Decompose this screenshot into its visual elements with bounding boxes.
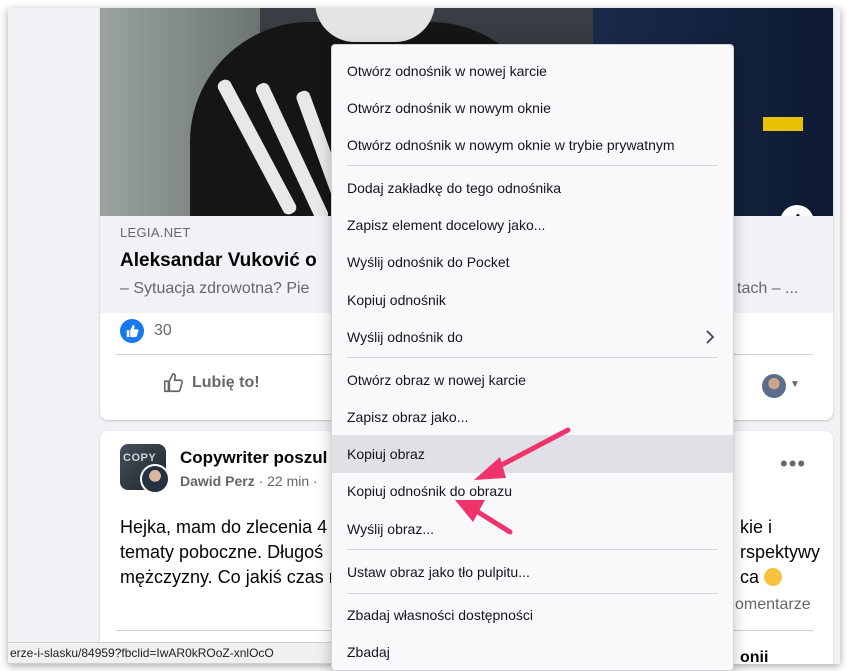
menu-item-save-link-as[interactable]: Zapisz element docelowy jako... (332, 206, 733, 244)
menu-item-inspect[interactable]: Zbadaj (332, 633, 733, 671)
menu-item-bookmark-link[interactable]: Dodaj zakładkę do tego odnośnika (332, 169, 733, 207)
menu-separator (347, 593, 718, 594)
more-options-icon[interactable]: ••• (780, 453, 806, 475)
menu-item-copy-image-link[interactable]: Kopiuj odnośnik do obrazu (332, 472, 733, 510)
like-button-label: Lubię to! (192, 374, 260, 391)
menu-item-open-image-new-tab[interactable]: Otwórz obraz w nowej karcie (332, 361, 733, 399)
context-menu: Otwórz odnośnik w nowej karcie Otwórz od… (331, 44, 734, 671)
like-count[interactable]: 30 (154, 322, 172, 340)
menu-item-send-to-pocket[interactable]: Wyślij odnośnik do Pocket (332, 243, 733, 281)
post-text-line: Hejka, mam do zlecenia 4 (120, 517, 328, 537)
author-name[interactable]: Dawid Perz (180, 473, 255, 489)
group-name[interactable]: Copywriter poszul (180, 448, 327, 468)
menu-item-copy-link[interactable]: Kopiuj odnośnik (332, 281, 733, 319)
comments-count-link[interactable]: omentarze (735, 596, 811, 614)
wink-emoji-icon (764, 568, 783, 586)
menu-item-send-link-to[interactable]: Wyślij odnośnik do (332, 318, 733, 356)
post-meta: Dawid Perz · 22 min · (180, 473, 318, 489)
share-action-tail[interactable]: onii (740, 649, 768, 664)
menu-item-copy-image[interactable]: Kopiuj obraz (332, 435, 733, 473)
post-time[interactable]: · 22 min · (255, 473, 318, 489)
menu-item-label: Wyślij odnośnik do (347, 329, 463, 345)
menu-item-open-link-new-window[interactable]: Otwórz odnośnik w nowym oknie (332, 89, 733, 127)
avatar[interactable] (762, 374, 786, 398)
menu-item-open-link-new-tab[interactable]: Otwórz odnośnik w nowej karcie (332, 52, 733, 90)
link-description-tail: tach – ... (737, 280, 799, 297)
caret-down-icon[interactable]: ▼ (790, 379, 800, 390)
chevron-right-icon (706, 330, 715, 344)
status-bar-url: erze-i-slasku/84959?fbclid=IwAR0kROoZ-xn… (8, 642, 348, 664)
menu-separator (347, 549, 718, 550)
menu-item-send-image[interactable]: Wyślij obraz... (332, 510, 733, 548)
like-button[interactable]: Lubię to! (162, 368, 260, 398)
post-text-line-tail: ca (740, 567, 783, 588)
thumbs-up-icon (163, 373, 183, 393)
link-domain: LEGIA.NET (120, 225, 191, 240)
post-text-line: tematy poboczne. Długoś (120, 542, 324, 562)
menu-item-open-link-private-window[interactable]: Otwórz odnośnik w nowym oknie w trybie p… (332, 126, 733, 164)
menu-item-save-image-as[interactable]: Zapisz obraz jako... (332, 398, 733, 436)
post-text-line-tail: kie i (740, 517, 773, 537)
link-title[interactable]: Aleksandar Vuković o (120, 250, 317, 272)
menu-item-set-desktop-background[interactable]: Ustaw obraz jako tło pulpitu... (332, 553, 733, 591)
author-avatar[interactable] (140, 464, 170, 494)
link-description: – Sytuacja zdrowotna? Pie (120, 280, 310, 297)
menu-separator (347, 165, 718, 166)
menu-separator (347, 357, 718, 358)
post-text-line-tail: rspektywy (740, 542, 821, 562)
menu-item-inspect-accessibility[interactable]: Zbadaj własności dostępności (332, 596, 733, 634)
like-reaction-icon[interactable] (120, 319, 144, 343)
post-text-line: mężczyzny. Co jakiś czas n (120, 567, 339, 587)
